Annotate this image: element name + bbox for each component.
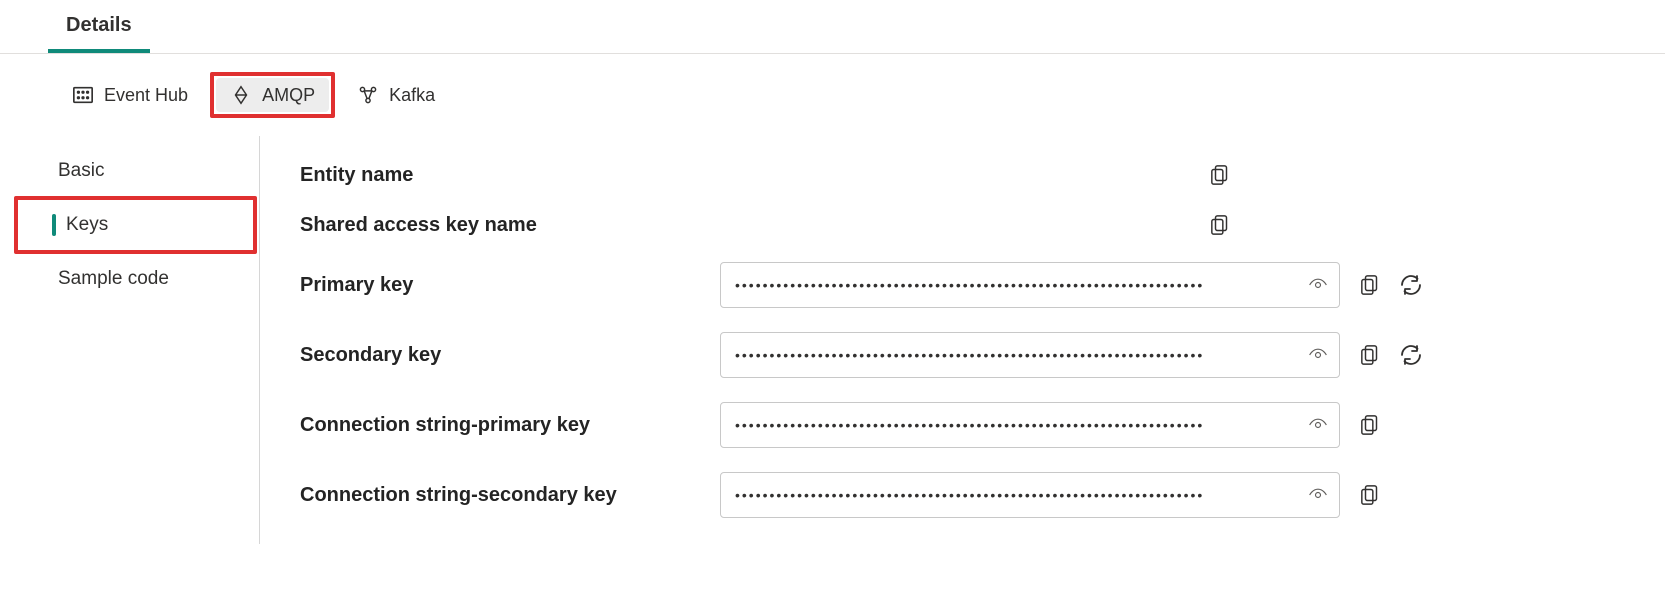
label-conn-secondary: Connection string-secondary key	[300, 484, 720, 507]
side-nav: Basic Keys Sample code	[10, 136, 260, 544]
tab-details[interactable]: Details	[48, 0, 150, 53]
keys-highlight: Keys	[14, 196, 257, 254]
input-secondary-key[interactable]: ••••••••••••••••••••••••••••••••••••••••…	[720, 332, 1340, 378]
reveal-conn-secondary[interactable]	[1306, 483, 1330, 507]
label-entity-name: Entity name	[300, 164, 720, 187]
copy-conn-primary[interactable]	[1358, 412, 1384, 438]
row-primary-key: Primary key ••••••••••••••••••••••••••••…	[300, 250, 1625, 320]
cluster-icon	[357, 84, 379, 106]
copy-conn-secondary[interactable]	[1358, 482, 1384, 508]
protocol-eventhub-label: Event Hub	[104, 85, 188, 106]
diamond-icon	[230, 84, 252, 106]
protocol-tabs: Event Hub AMQP Kafka	[0, 54, 1665, 136]
protocol-kafka-label: Kafka	[389, 85, 435, 106]
protocol-kafka[interactable]: Kafka	[343, 78, 449, 112]
copy-secondary-key[interactable]	[1358, 342, 1384, 368]
sidebar-item-keys[interactable]: Keys	[18, 200, 253, 250]
sidebar-item-basic[interactable]: Basic	[10, 146, 259, 196]
main-panel: Entity name Shared access key name Prima…	[260, 136, 1665, 544]
regenerate-secondary-key[interactable]	[1398, 342, 1424, 368]
reveal-primary-key[interactable]	[1306, 273, 1330, 297]
row-conn-primary: Connection string-primary key ••••••••••…	[300, 390, 1625, 460]
input-conn-primary[interactable]: ••••••••••••••••••••••••••••••••••••••••…	[720, 402, 1340, 448]
top-tabs: Details	[0, 0, 1665, 54]
reveal-secondary-key[interactable]	[1306, 343, 1330, 367]
label-primary-key: Primary key	[300, 274, 720, 297]
row-secondary-key: Secondary key ••••••••••••••••••••••••••…	[300, 320, 1625, 390]
label-secondary-key: Secondary key	[300, 344, 720, 367]
copy-entity-name[interactable]	[1208, 162, 1234, 188]
copy-primary-key[interactable]	[1358, 272, 1384, 298]
protocol-amqp-label: AMQP	[262, 85, 315, 106]
input-primary-key[interactable]: ••••••••••••••••••••••••••••••••••••••••…	[720, 262, 1340, 308]
regenerate-primary-key[interactable]	[1398, 272, 1424, 298]
amqp-highlight: AMQP	[210, 72, 335, 118]
protocol-amqp[interactable]: AMQP	[216, 78, 329, 112]
row-shared-access-key-name: Shared access key name	[300, 200, 1625, 250]
input-conn-secondary[interactable]: ••••••••••••••••••••••••••••••••••••••••…	[720, 472, 1340, 518]
reveal-conn-primary[interactable]	[1306, 413, 1330, 437]
row-entity-name: Entity name	[300, 150, 1625, 200]
label-conn-primary: Connection string-primary key	[300, 414, 720, 437]
grid-icon	[72, 84, 94, 106]
sidebar-item-sample-code[interactable]: Sample code	[10, 254, 259, 304]
row-conn-secondary: Connection string-secondary key ••••••••…	[300, 460, 1625, 530]
label-shared-access-key-name: Shared access key name	[300, 214, 720, 237]
copy-shared-access-key-name[interactable]	[1208, 212, 1234, 238]
protocol-eventhub[interactable]: Event Hub	[58, 78, 202, 112]
